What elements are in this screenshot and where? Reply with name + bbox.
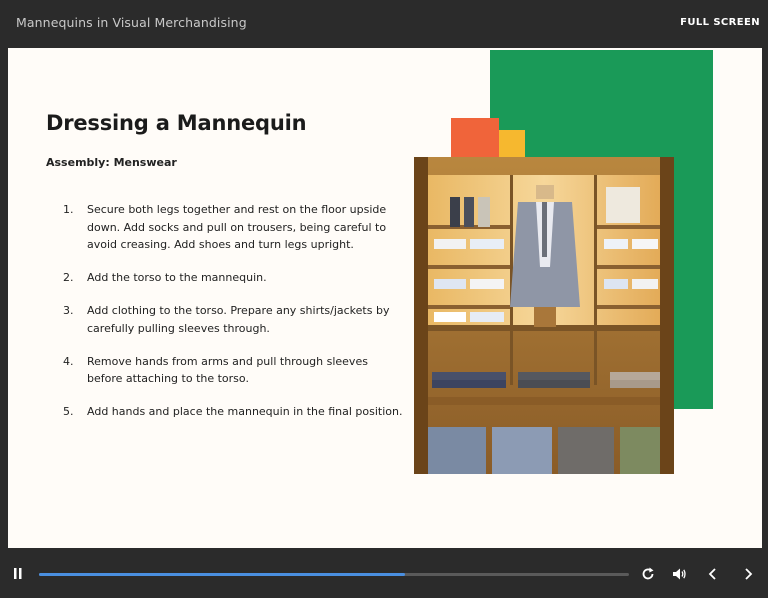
step-text: Add hands and place the mannequin in the… (87, 405, 403, 418)
next-button[interactable] (741, 566, 755, 582)
step-text: Secure both legs together and rest on th… (87, 203, 387, 251)
full-screen-button[interactable]: FULL SCREEN (680, 17, 760, 28)
progress-bar[interactable] (39, 573, 629, 576)
player-controls (0, 548, 768, 598)
slide: Dressing a Mannequin Assembly: Menswear … (8, 48, 762, 548)
replay-button[interactable] (640, 566, 656, 582)
step-number: 1. (63, 203, 74, 216)
list-item: 2. Add the torso to the mannequin. (46, 269, 406, 287)
progress-fill (39, 573, 405, 576)
next-icon (745, 568, 753, 580)
top-bar: Mannequins in Visual Merchandising FULL … (0, 0, 768, 48)
step-number: 4. (63, 354, 74, 368)
volume-icon (673, 568, 686, 580)
course-title: Mannequins in Visual Merchandising (16, 15, 247, 30)
step-text: Remove hands from arms and pull through … (87, 354, 368, 386)
slide-title: Dressing a Mannequin (46, 111, 307, 135)
steps-list: 1. Secure both legs together and rest on… (46, 201, 406, 436)
step-text: Add the torso to the mannequin. (87, 271, 267, 284)
list-item: 5. Add hands and place the mannequin in … (46, 403, 406, 421)
step-number: 5. (63, 405, 74, 418)
replay-icon (642, 567, 654, 580)
list-item: 3. Add clothing to the torso. Prepare an… (46, 302, 406, 337)
pause-icon (14, 568, 22, 579)
slide-subtitle: Assembly: Menswear (46, 156, 177, 169)
previous-button[interactable] (706, 566, 720, 582)
volume-button[interactable] (671, 566, 687, 582)
pause-button[interactable] (12, 566, 24, 580)
step-number: 2. (63, 271, 74, 284)
previous-icon (708, 568, 716, 580)
list-item: 4. Remove hands from arms and pull throu… (46, 353, 406, 388)
step-number: 3. (63, 304, 74, 317)
step-text: Add clothing to the torso. Prepare any s… (87, 304, 390, 335)
store-display-photo (414, 157, 674, 474)
list-item: 1. Secure both legs together and rest on… (46, 201, 406, 254)
